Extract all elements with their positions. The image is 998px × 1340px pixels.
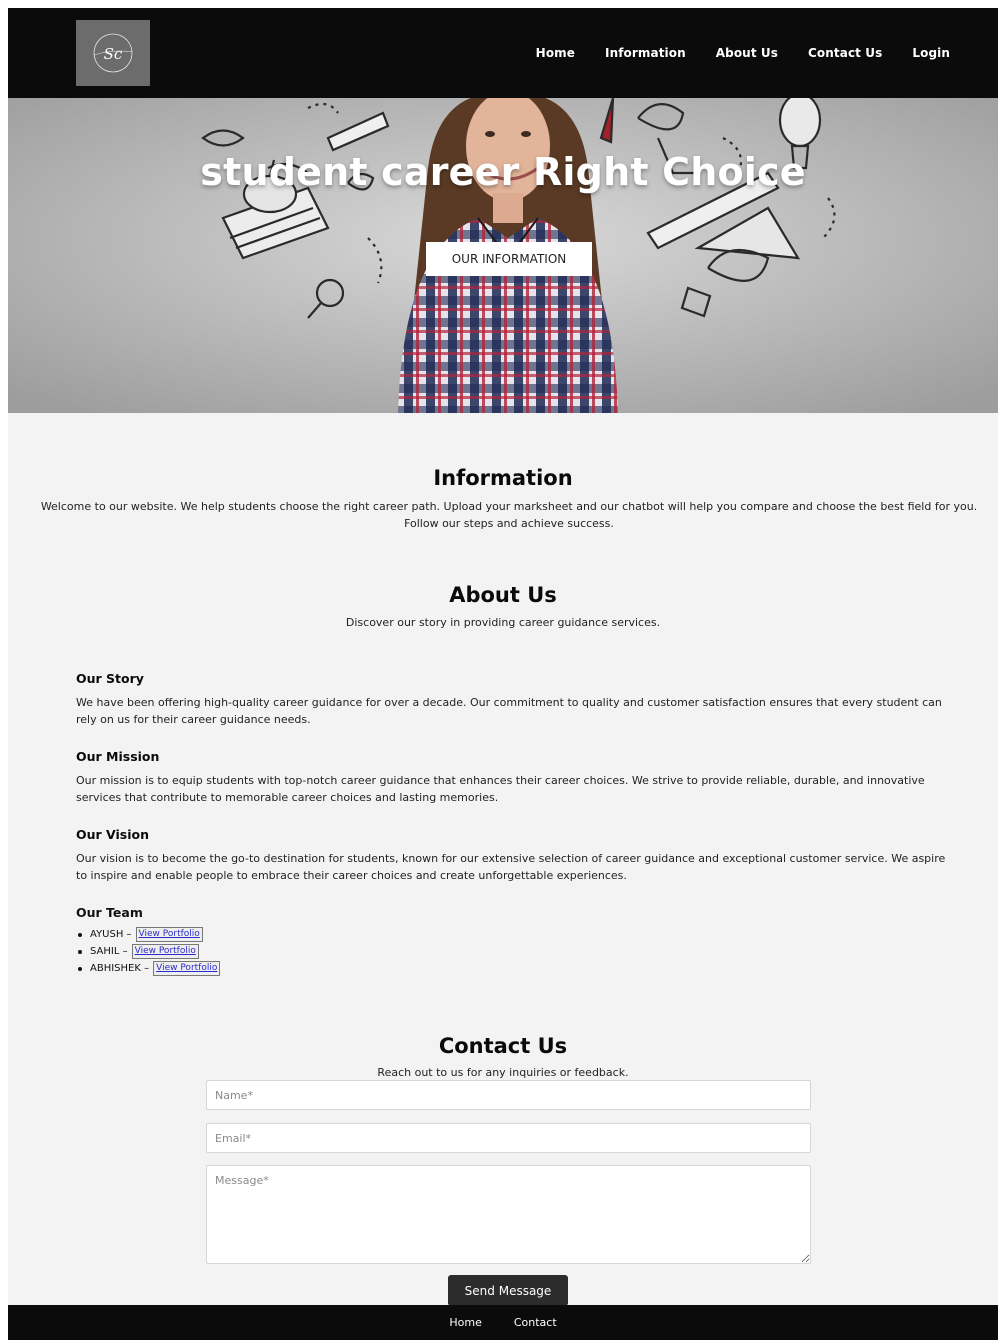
site-header: Sc Home Information About Us Contact Us … <box>8 8 998 98</box>
information-line-1: Welcome to our website. We help students… <box>40 500 978 513</box>
our-mission-block: Our Mission Our mission is to equip stud… <box>76 749 946 806</box>
team-member-name: ABHISHEK <box>90 963 141 974</box>
page: Sc Home Information About Us Contact Us … <box>8 8 998 1340</box>
view-portfolio-link[interactable]: View Portfolio <box>131 944 199 959</box>
email-input[interactable] <box>206 1123 811 1153</box>
logo-text: Sc <box>104 45 123 63</box>
nav-home[interactable]: Home <box>536 46 575 60</box>
our-story-block: Our Story We have been offering high-qua… <box>76 671 946 728</box>
footer-link-home[interactable]: Home <box>449 1316 481 1329</box>
team-list: AYUSH – View Portfolio SAHIL – View Port… <box>76 926 476 977</box>
site-footer: Home Contact <box>8 1305 998 1340</box>
nav-login[interactable]: Login <box>912 46 950 60</box>
message-textarea[interactable] <box>206 1165 811 1264</box>
our-team-heading: Our Team <box>76 905 143 920</box>
bullet-icon <box>78 949 82 954</box>
our-team-block: Our Team AYUSH – View Portfolio SAHIL – … <box>76 905 476 977</box>
information-text: Welcome to our website. We help students… <box>8 498 998 532</box>
dash-separator: – <box>140 963 150 974</box>
our-information-button[interactable]: OUR INFORMATION <box>426 242 592 276</box>
dash-separator: – <box>123 929 132 940</box>
contact-subtitle: Reach out to us for any inquiries or fee… <box>377 1066 629 1079</box>
our-vision-text: Our vision is to become the go-to destin… <box>76 852 946 882</box>
information-title: Information <box>433 466 573 490</box>
team-member: SAHIL – View Portfolio <box>76 943 476 960</box>
our-vision-heading: Our Vision <box>76 827 149 842</box>
team-member: ABHISHEK – View Portfolio <box>76 960 476 977</box>
view-portfolio-link[interactable]: View Portfolio <box>135 927 203 942</box>
nav-contact-us[interactable]: Contact Us <box>808 46 882 60</box>
our-story-text: We have been offering high-quality caree… <box>76 696 942 726</box>
hero-title: student career Right Choice <box>200 150 806 194</box>
our-vision-block: Our Vision Our vision is to become the g… <box>76 827 946 884</box>
footer-link-contact[interactable]: Contact <box>514 1316 557 1329</box>
send-message-button[interactable]: Send Message <box>448 1275 568 1306</box>
contact-title: Contact Us <box>438 1034 568 1058</box>
our-mission-text: Our mission is to equip students with to… <box>76 774 925 804</box>
nav-information[interactable]: Information <box>605 46 686 60</box>
our-story-heading: Our Story <box>76 671 144 686</box>
dash-separator: – <box>119 946 128 957</box>
main-nav: Home Information About Us Contact Us Log… <box>536 8 950 98</box>
site-logo[interactable]: Sc <box>76 20 150 86</box>
team-member: AYUSH – View Portfolio <box>76 926 476 943</box>
team-member-name: AYUSH <box>90 929 124 940</box>
hero-banner: student career Right Choice OUR INFORMAT… <box>8 98 998 413</box>
our-mission-heading: Our Mission <box>76 749 160 764</box>
nav-about-us[interactable]: About Us <box>716 46 778 60</box>
information-line-2: Follow our steps and achieve success. <box>404 517 614 530</box>
team-member-name: SAHIL <box>90 946 120 957</box>
about-title: About Us <box>449 583 557 607</box>
logo-emblem-icon: Sc <box>93 33 133 73</box>
name-input[interactable] <box>206 1080 811 1110</box>
bullet-icon <box>78 966 82 971</box>
bullet-icon <box>78 932 82 937</box>
about-subtitle: Discover our story in providing career g… <box>345 616 661 629</box>
view-portfolio-link[interactable]: View Portfolio <box>153 961 221 976</box>
